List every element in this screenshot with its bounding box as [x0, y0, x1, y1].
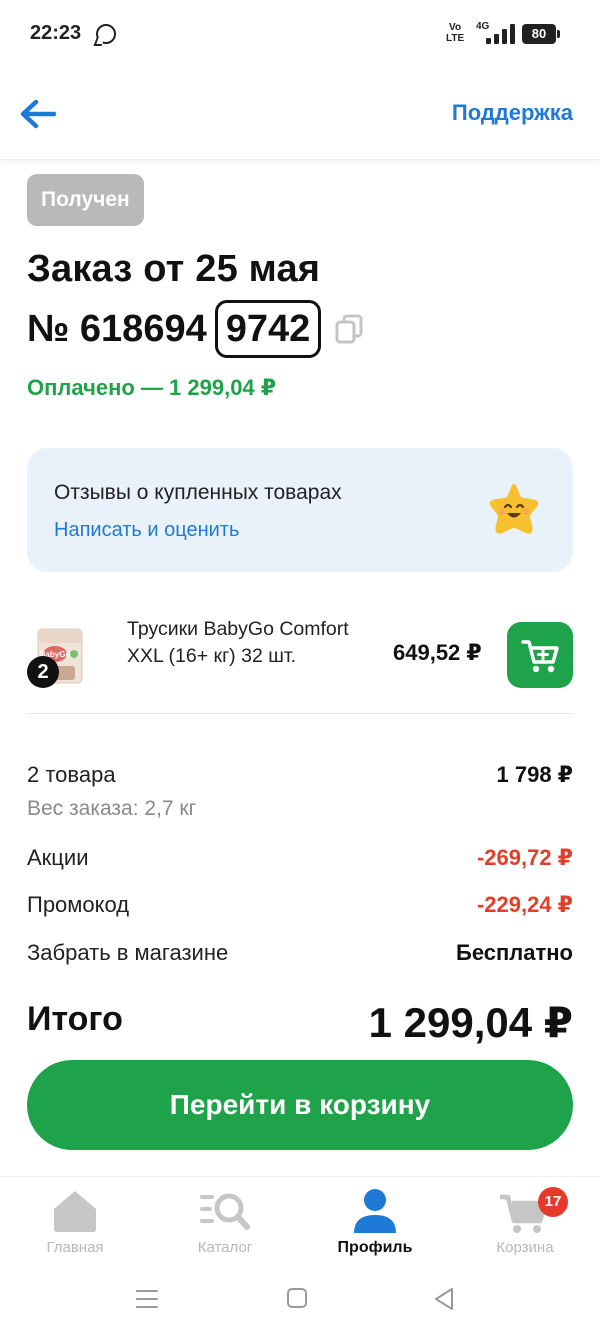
- product-name[interactable]: Трусики BabyGo Comfort XXL (16+ кг) 32 ш…: [127, 616, 377, 670]
- total-value: 1 299,04 ₽: [368, 999, 573, 1046]
- nav-label-profile: Профиль: [337, 1239, 413, 1256]
- pickup-value: Бесплатно: [456, 940, 573, 965]
- total-label: Итого: [27, 1000, 123, 1038]
- product-price: 649,52 ₽: [393, 640, 482, 665]
- nav-item-catalog[interactable]: Каталог: [150, 1177, 300, 1271]
- quantity-badge: 2: [27, 656, 59, 688]
- signal-icon: [486, 24, 516, 44]
- order-number-prefix: № 618694: [27, 307, 207, 350]
- order-product-row[interactable]: BabyGo 2 Трусики BabyGo Comfort XXL (16+…: [27, 604, 573, 714]
- order-number-highlight: 9742: [214, 300, 322, 358]
- cart-count-badge: 17: [538, 1187, 568, 1217]
- copy-icon[interactable]: [335, 314, 363, 344]
- support-link[interactable]: Поддержка: [452, 100, 573, 126]
- back-arrow-icon[interactable]: [18, 94, 58, 134]
- order-status-badge: Получен: [27, 174, 144, 226]
- go-to-cart-button[interactable]: Перейти в корзину: [27, 1060, 573, 1150]
- back-triangle-icon[interactable]: [430, 1284, 460, 1314]
- payment-status: Оплачено — 1 299,04 ₽: [27, 375, 277, 400]
- reviews-card[interactable]: Отзывы о купленных товарах Написать и оц…: [27, 448, 573, 572]
- promo-label: Акции: [27, 845, 89, 870]
- pickup-label: Забрать в магазине: [27, 940, 229, 965]
- items-total-value: 1 798 ₽: [496, 762, 573, 787]
- cart-plus-icon: [521, 640, 559, 673]
- order-number: № 618694 9742: [27, 300, 363, 358]
- recent-apps-icon[interactable]: [132, 1284, 162, 1314]
- items-count-label: 2 товара: [27, 762, 116, 787]
- promo-discount-value: -269,72 ₽: [476, 845, 573, 870]
- write-review-link[interactable]: Написать и оценить: [54, 519, 239, 542]
- add-to-cart-button[interactable]: [507, 622, 573, 688]
- catalog-search-icon: [200, 1193, 250, 1230]
- smiling-star-icon: [485, 480, 543, 538]
- nav-label-cart: Корзина: [496, 1239, 554, 1256]
- reviews-title: Отзывы о купленных товарах: [54, 481, 342, 504]
- volte-indicator: Vo LTE: [446, 22, 465, 44]
- nav-item-profile[interactable]: Профиль: [300, 1177, 450, 1271]
- profile-icon: [354, 1189, 396, 1233]
- nav-item-home[interactable]: Главная: [0, 1177, 150, 1271]
- order-title: Заказ от 25 мая: [27, 248, 321, 290]
- status-time: 22:23: [30, 22, 82, 44]
- home-icon: [54, 1191, 96, 1232]
- top-app-bar: Поддержка: [0, 70, 600, 160]
- whatsapp-notification-icon: [96, 24, 116, 44]
- home-button-icon[interactable]: [283, 1284, 313, 1314]
- nav-label-catalog: Каталог: [197, 1239, 253, 1256]
- promocode-discount-value: -229,24 ₽: [476, 892, 573, 917]
- status-bar: 22:23 Vo LTE 4G 80: [0, 0, 600, 70]
- order-weight: Вес заказа: 2,7 кг: [27, 797, 197, 820]
- promocode-label: Промокод: [27, 892, 130, 917]
- battery-icon: 80: [522, 24, 560, 44]
- bottom-navigation: Главная Каталог Профиль 17 Корзина: [0, 1176, 600, 1270]
- system-navigation-bar: [0, 1270, 600, 1332]
- nav-item-cart[interactable]: 17 Корзина: [450, 1177, 600, 1271]
- nav-label-home: Главная: [46, 1239, 104, 1256]
